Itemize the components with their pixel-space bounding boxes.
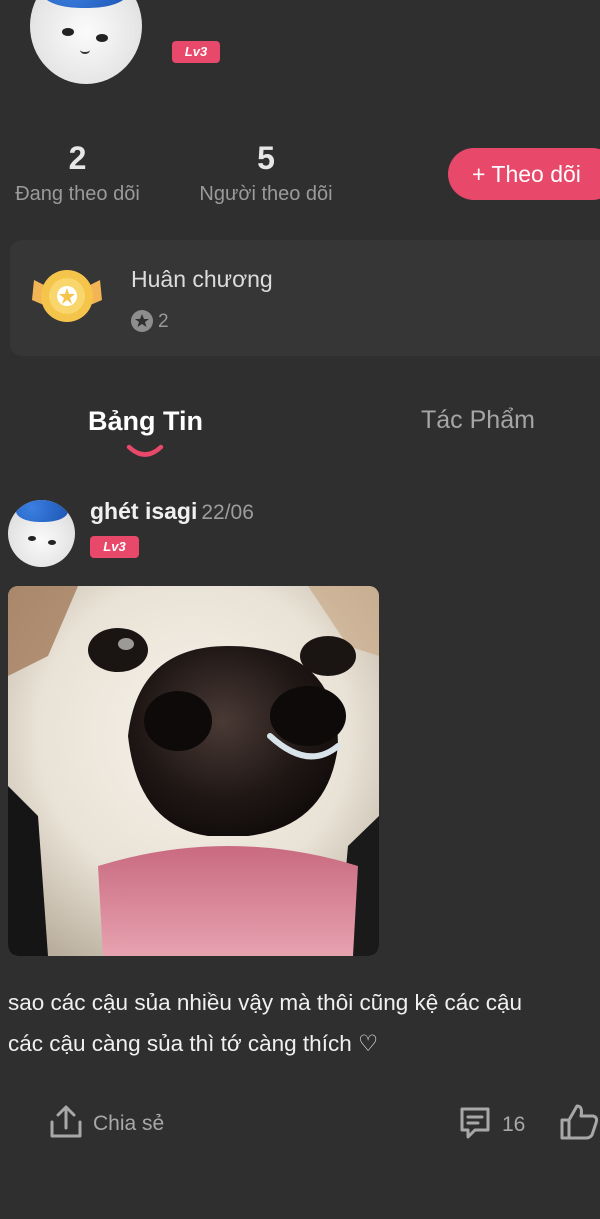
- followers-label: Người theo dõi: [199, 183, 333, 205]
- post-author[interactable]: ghét isagi 22/06: [90, 498, 254, 525]
- stat-following[interactable]: 2 Đang theo dõi: [0, 140, 155, 206]
- post-level-badge: Lv3: [90, 536, 139, 558]
- medal-count: 2: [158, 311, 169, 332]
- post-text: sao các cậu sủa nhiều vậy mà thôi cũng k…: [8, 990, 523, 1056]
- profile-avatar[interactable]: [30, 0, 142, 84]
- medal-title: Huân chương: [131, 266, 273, 292]
- share-icon[interactable]: [48, 1104, 84, 1140]
- tab-tac-pham[interactable]: Tác Phẩm: [421, 406, 535, 435]
- stat-followers[interactable]: 5 Người theo dõi: [186, 140, 346, 206]
- comment-count: 16: [502, 1113, 526, 1136]
- tab-active-indicator: [126, 444, 164, 457]
- share-button-label[interactable]: Chia sẻ: [93, 1112, 164, 1136]
- level-badge: Lv3: [172, 41, 220, 63]
- post-date: 22/06: [201, 501, 254, 524]
- medal-icon: [32, 270, 102, 322]
- followers-count: 5: [257, 140, 275, 176]
- comment-icon[interactable]: [457, 1104, 493, 1140]
- badge-count-icon: [131, 310, 153, 332]
- post-author-avatar[interactable]: [8, 500, 75, 567]
- post-username[interactable]: ghét isagi: [90, 498, 197, 524]
- post-image[interactable]: [8, 586, 379, 956]
- follow-button[interactable]: + Theo dõi: [448, 148, 600, 200]
- tab-bang-tin[interactable]: Bảng Tin: [88, 406, 203, 437]
- following-label: Đang theo dõi: [15, 183, 140, 205]
- like-icon[interactable]: [559, 1102, 600, 1142]
- following-count: 2: [68, 140, 87, 176]
